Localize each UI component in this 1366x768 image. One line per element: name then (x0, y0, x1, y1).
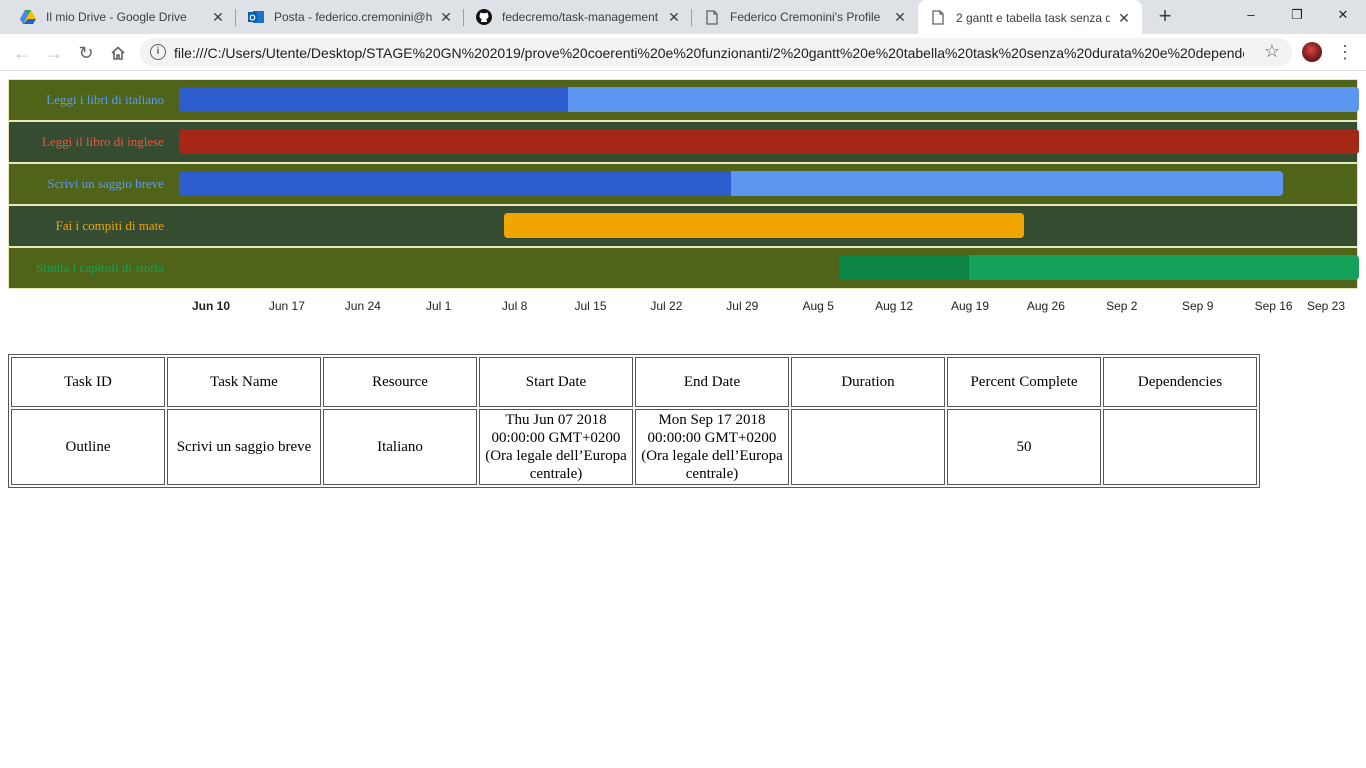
gantt-row: Studia i capitoli di storia (8, 247, 1359, 289)
gantt-task-label: Studia i capitoli di storia (36, 260, 164, 275)
cell-task-name: Scrivi un saggio breve (167, 409, 321, 485)
google-drive-icon (20, 9, 36, 25)
back-arrow-icon[interactable]: ← (9, 40, 35, 66)
close-tab-icon[interactable]: ✕ (666, 9, 682, 25)
tab-title: 2 gantt e tabella task senza du (956, 10, 1110, 25)
table-header-row: Task ID Task Name Resource Start Date En… (11, 357, 1257, 407)
gantt-progress-fill (179, 129, 1359, 154)
header-percent-complete: Percent Complete (947, 357, 1101, 407)
bookmark-star-icon[interactable]: ☆ (1264, 41, 1280, 62)
gantt-task-bar[interactable] (504, 213, 1024, 238)
axis-tick-label: Jun 17 (268, 299, 305, 313)
new-tab-button[interactable]: + (1151, 4, 1179, 30)
header-duration: Duration (791, 357, 945, 407)
tab-strip: Il mio Drive - Google Drive ✕ O Posta - … (0, 0, 1366, 35)
cell-end-date: Mon Sep 17 2018 00:00:00 GMT+0200 (Ora l… (635, 409, 789, 485)
home-icon[interactable] (105, 40, 131, 66)
axis-tick-label: Jun 10 (191, 299, 231, 313)
gantt-progress-fill (504, 213, 1024, 238)
minimize-button[interactable]: – (1228, 0, 1274, 30)
window-close-button[interactable]: ✕ (1320, 0, 1366, 30)
axis-tick-label: Sep 9 (1182, 299, 1214, 313)
tab-profile[interactable]: Federico Cremonini's Profile ✕ (692, 0, 918, 34)
forward-arrow-icon[interactable]: → (41, 40, 67, 66)
axis-tick-label: Aug 26 (1026, 299, 1065, 313)
gantt-progress-fill (179, 171, 731, 196)
table-row: Outline Scrivi un saggio breve Italiano … (11, 409, 1257, 485)
page-icon (704, 9, 720, 25)
svg-text:O: O (249, 14, 255, 23)
axis-tick-label: Sep 2 (1106, 299, 1138, 313)
task-table: Task ID Task Name Resource Start Date En… (8, 354, 1260, 488)
gantt-task-label: Scrivi un saggio breve (47, 176, 164, 191)
gantt-task-label: Leggi i libri di italiano (46, 92, 164, 107)
info-icon[interactable]: i (150, 44, 166, 60)
gantt-progress-fill (179, 87, 569, 112)
github-icon (476, 9, 492, 25)
url-text[interactable]: file:///C:/Users/Utente/Desktop/STAGE%20… (174, 45, 1244, 61)
axis-tick-label: Sep 16 (1254, 299, 1293, 313)
reload-icon[interactable]: ↻ (73, 40, 99, 66)
tab-title: Posta - federico.cremonini@hc (274, 10, 432, 24)
axis-tick-label: Sep 23 (1306, 299, 1346, 313)
axis-tick-label: Aug 12 (875, 299, 914, 313)
browser-toolbar: ← → ↻ i file:///C:/Users/Utente/Desktop/… (0, 34, 1366, 71)
profile-avatar[interactable] (1302, 42, 1322, 62)
gantt-chart: Leggi i libri di italiano Leggi il libro … (8, 79, 1359, 289)
header-end-date: End Date (635, 357, 789, 407)
axis-tick-label: Jun 24 (344, 299, 381, 313)
axis-tick-label: Jul 29 (726, 299, 759, 313)
tab-google-drive[interactable]: Il mio Drive - Google Drive ✕ (8, 0, 236, 34)
tab-github[interactable]: fedecremo/task-management ✕ (464, 0, 692, 34)
restore-button[interactable]: ❐ (1274, 0, 1320, 30)
axis-tick-label: Jul 8 (501, 299, 528, 313)
tab-title: Il mio Drive - Google Drive (46, 10, 187, 24)
gantt-row: Leggi i libri di italiano (8, 79, 1359, 121)
gantt-row: Leggi il libro di inglese (8, 121, 1359, 163)
cell-percent-complete: 50 (947, 409, 1101, 485)
gantt-task-label: Fai i compiti di mate (55, 218, 164, 233)
gantt-progress-fill (839, 255, 969, 280)
close-tab-icon[interactable]: ✕ (1116, 10, 1132, 26)
tab-outlook-mail[interactable]: O Posta - federico.cremonini@hc ✕ (236, 0, 464, 34)
header-task-name: Task Name (167, 357, 321, 407)
cell-start-date: Thu Jun 07 2018 00:00:00 GMT+0200 (Ora l… (479, 409, 633, 485)
menu-dots-icon[interactable]: ⋮ (1336, 40, 1354, 64)
axis-tick-label: Aug 19 (950, 299, 990, 313)
gantt-task-bar[interactable] (179, 129, 1359, 154)
outlook-icon: O (248, 9, 264, 25)
close-tab-icon[interactable]: ✕ (892, 9, 908, 25)
header-task-id: Task ID (11, 357, 165, 407)
axis-tick-label: Jul 22 (650, 299, 683, 313)
cell-task-id: Outline (11, 409, 165, 485)
axis-tick-label: Jul 1 (426, 299, 452, 313)
close-tab-icon[interactable]: ✕ (438, 9, 454, 25)
address-bar[interactable]: i file:///C:/Users/Utente/Desktop/STAGE%… (140, 38, 1292, 67)
header-dependencies: Dependencies (1103, 357, 1257, 407)
header-resource: Resource (323, 357, 477, 407)
cell-resource: Italiano (323, 409, 477, 485)
gantt-task-bar[interactable] (179, 87, 1359, 112)
tab-title: Federico Cremonini's Profile (730, 10, 881, 24)
gantt-row: Fai i compiti di mate (8, 205, 1358, 247)
header-start-date: Start Date (479, 357, 633, 407)
gantt-row: Scrivi un saggio breve (8, 163, 1358, 205)
cell-dependencies (1103, 409, 1257, 485)
gantt-task-bar[interactable] (839, 255, 1359, 280)
gantt-task-label: Leggi il libro di inglese (41, 134, 164, 149)
close-tab-icon[interactable]: ✕ (210, 9, 226, 25)
page-icon (930, 10, 946, 26)
axis-tick-label: Jul 15 (574, 299, 607, 313)
tab-gantt-active[interactable]: 2 gantt e tabella task senza du ✕ (918, 0, 1142, 35)
cell-duration (791, 409, 945, 485)
axis-tick-label: Aug 5 (802, 299, 834, 313)
gantt-task-bar[interactable] (179, 171, 1283, 196)
tab-title: fedecremo/task-management (502, 10, 659, 24)
